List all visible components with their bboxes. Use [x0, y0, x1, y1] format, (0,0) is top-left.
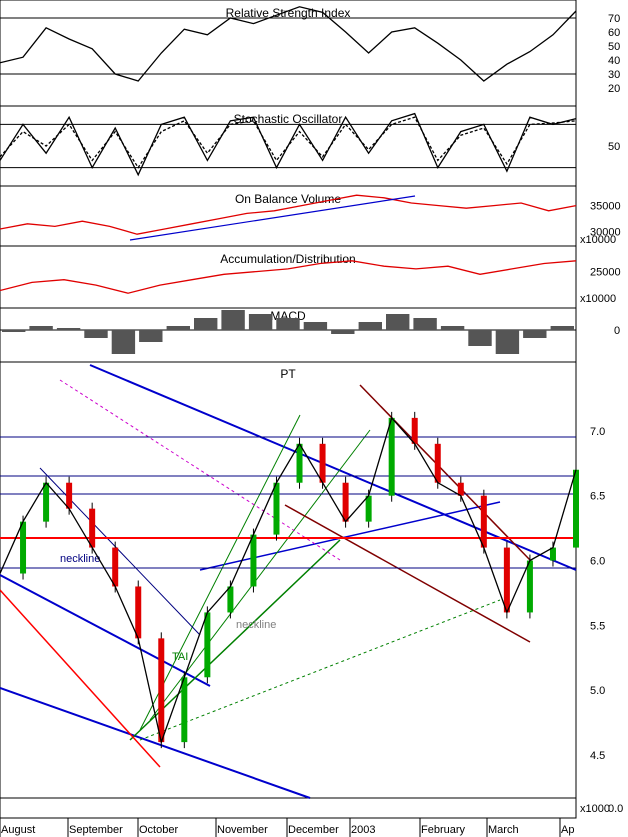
x-axis-label: December — [288, 824, 339, 836]
macd-bar — [84, 330, 108, 338]
chart-window: neckline neckline TAI Relative Strength … — [0, 0, 628, 837]
price-tick-label: 6.0 — [590, 556, 605, 568]
macd-bar — [29, 326, 53, 330]
candle-body — [457, 482, 464, 496]
volume-panel — [0, 797, 577, 819]
rsi-tick-label: 70 — [608, 13, 620, 25]
x-axis-label: 2003 — [351, 824, 375, 836]
macd-bar — [194, 318, 218, 330]
macd-bar — [550, 326, 574, 330]
neckline-label-2: neckline — [236, 619, 276, 631]
macd-bar — [276, 318, 300, 330]
candle-body — [112, 547, 119, 587]
x-axis-label: March — [488, 824, 519, 836]
candle-body — [411, 417, 418, 444]
price-tick-label: 4.5 — [590, 750, 605, 762]
volume-ytick: 0.0 — [608, 803, 623, 815]
x-axis-label: November — [217, 824, 268, 836]
macd-bar — [495, 330, 520, 354]
rsi-tick-label: 30 — [608, 69, 620, 81]
x-axis-label: October — [139, 824, 178, 836]
volume-unit-label: x1000 — [580, 803, 610, 815]
candle-body — [158, 638, 165, 743]
ad-title: Accumulation/Distribution — [220, 252, 355, 266]
macd-bar — [331, 330, 355, 334]
price-panel — [0, 361, 577, 799]
macd-bar — [56, 328, 81, 330]
rsi-tick-label: 60 — [608, 27, 620, 39]
macd-bar — [2, 330, 26, 332]
macd-bar — [139, 330, 163, 342]
macd-tick-label: 0 — [614, 325, 620, 337]
rsi-tick-label: 50 — [608, 41, 620, 53]
macd-bar — [166, 326, 190, 330]
x-axis-label: August — [1, 824, 35, 836]
x-axis-label: February — [421, 824, 466, 836]
macd-bar — [303, 322, 328, 330]
candle-body — [434, 443, 441, 483]
candle-body — [503, 547, 510, 613]
technical-chart: neckline neckline TAI Relative Strength … — [0, 0, 623, 837]
candle-body — [43, 482, 50, 522]
candle-body — [89, 508, 96, 548]
neckline-label: neckline — [60, 553, 100, 565]
price-tick-label: 6.5 — [590, 491, 605, 503]
macd-bar — [358, 322, 382, 330]
macd-bar — [221, 310, 245, 330]
candle-body — [296, 443, 303, 483]
stochastic-tick-label: 50 — [608, 141, 620, 153]
price-tick-label: 7.0 — [590, 426, 605, 438]
macd-bar — [413, 318, 437, 330]
obv-tick-label: 30000 — [590, 227, 621, 239]
price-tick-label: 5.0 — [590, 685, 605, 697]
candle-body — [204, 612, 211, 678]
macd-bar — [111, 330, 136, 354]
price-line — [0, 416, 577, 745]
candle-body — [526, 560, 533, 613]
candle-body — [480, 495, 487, 548]
macd-bar — [523, 330, 547, 338]
price-trendlines — [0, 364, 577, 799]
candle-body — [227, 586, 234, 613]
chart-marks: 70 60 50 40 30 20 50 35000 30000 25000 0 7.0 6.5 6.0 5… — [0, 6, 621, 837]
obv-tick-label: 35000 — [590, 201, 621, 213]
candle-body — [273, 482, 280, 535]
candle-body — [319, 443, 326, 483]
candle-body — [388, 417, 395, 496]
ad-unit-label: x10000 — [580, 293, 616, 305]
candle-body — [66, 482, 73, 509]
tai-label: TAI — [172, 651, 188, 663]
macd-bar — [440, 326, 465, 330]
rsi-tick-label: 20 — [608, 83, 620, 95]
price-tick-label: 5.5 — [590, 620, 605, 632]
candle-body — [135, 586, 142, 639]
candle-body — [365, 495, 372, 522]
macd-bar — [248, 314, 273, 330]
x-axis-label: September — [69, 824, 123, 836]
candle-body — [181, 677, 188, 743]
ad-tick-label: 25000 — [590, 267, 621, 279]
rsi-tick-label: 40 — [608, 55, 620, 67]
candle-body — [573, 469, 579, 548]
price-title: PT — [280, 367, 296, 381]
obv-title: On Balance Volume — [235, 192, 341, 206]
x-axis-label: Ap — [561, 824, 574, 836]
candle-body — [250, 534, 257, 587]
macd-bar — [386, 314, 410, 330]
candle-body — [342, 482, 349, 522]
candle-body — [20, 521, 27, 574]
macd-bar — [468, 330, 492, 346]
